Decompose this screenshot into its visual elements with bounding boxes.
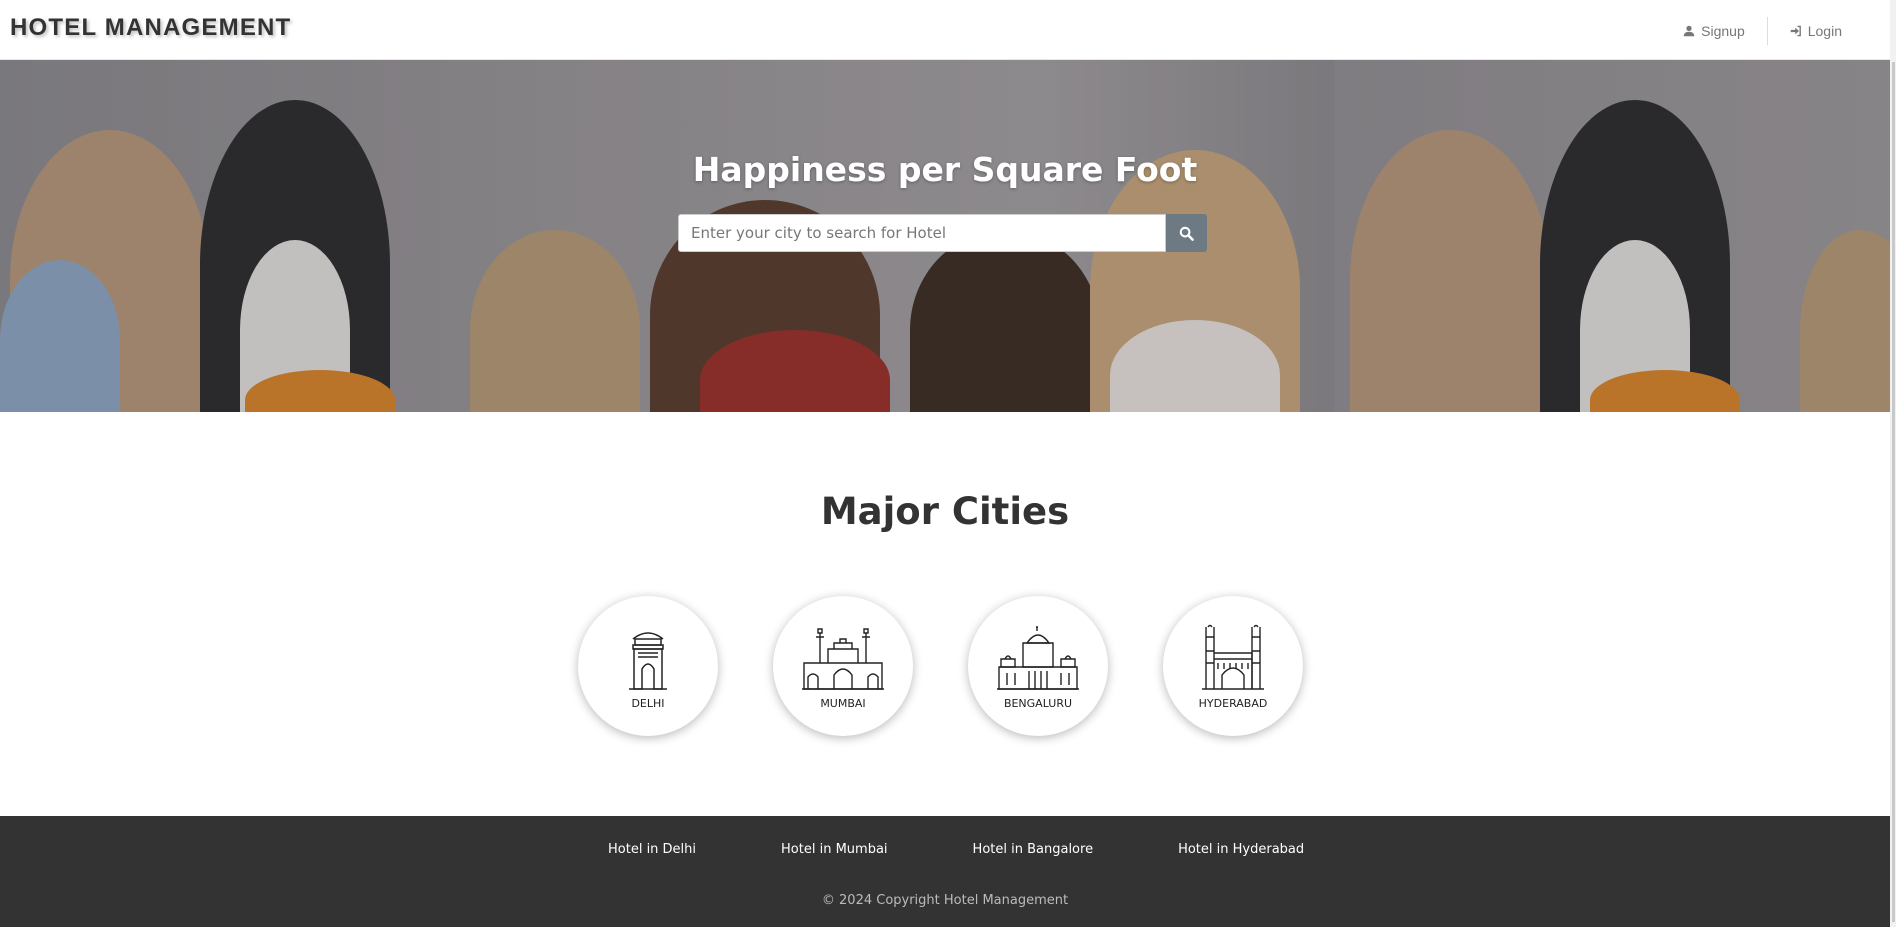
login-label: Login (1807, 23, 1842, 39)
footer-link-mumbai[interactable]: Hotel in Mumbai (781, 842, 888, 857)
city-search-input[interactable] (678, 214, 1166, 252)
gateway-of-india-icon (802, 627, 884, 690)
footer-link-bangalore[interactable]: Hotel in Bangalore (973, 842, 1094, 857)
vidhana-soudha-icon (997, 625, 1079, 690)
city-list: DELHI MUMBAI BENGALURU HYDERABAD (578, 596, 1303, 736)
signup-link[interactable]: Signup (1661, 21, 1767, 41)
signup-label: Signup (1701, 23, 1745, 39)
city-card-delhi[interactable]: DELHI (578, 596, 718, 736)
nav-actions: Signup Login (1661, 17, 1864, 45)
footer-link-hyderabad[interactable]: Hotel in Hyderabad (1178, 842, 1304, 857)
city-label: DELHI (631, 696, 665, 710)
city-card-mumbai[interactable]: MUMBAI (773, 596, 913, 736)
page-scrollbar[interactable] (1890, 0, 1896, 927)
city-card-hyderabad[interactable]: HYDERABAD (1163, 596, 1303, 736)
search-icon (1179, 226, 1194, 241)
sign-in-icon (1790, 25, 1801, 37)
search-button[interactable] (1166, 214, 1207, 252)
india-gate-icon (629, 631, 667, 690)
scrollbar-thumb[interactable] (1892, 62, 1895, 922)
hero-title: Happiness per Square Foot (692, 150, 1198, 189)
city-label: BENGALURU (1003, 696, 1073, 710)
footer-link-delhi[interactable]: Hotel in Delhi (608, 842, 696, 857)
footer: Hotel in Delhi Hotel in Mumbai Hotel in … (0, 816, 1890, 927)
city-label: HYDERABAD (1198, 696, 1268, 710)
brand-logo[interactable]: HOTEL MANAGEMENT (10, 14, 291, 42)
top-navbar: HOTEL MANAGEMENT Signup Login (0, 0, 1890, 60)
major-cities-heading: Major Cities (820, 490, 1070, 533)
hero-banner: Happiness per Square Foot (0, 60, 1890, 412)
footer-links: Hotel in Delhi Hotel in Mumbai Hotel in … (608, 842, 1389, 857)
city-label: MUMBAI (820, 696, 866, 710)
login-link[interactable]: Login (1768, 21, 1864, 41)
copyright-text: © 2024 Copyright Hotel Management (821, 893, 1069, 908)
city-card-bengaluru[interactable]: BENGALURU (968, 596, 1108, 736)
search-bar (678, 214, 1207, 252)
user-icon (1683, 25, 1695, 37)
charminar-icon (1202, 624, 1264, 690)
